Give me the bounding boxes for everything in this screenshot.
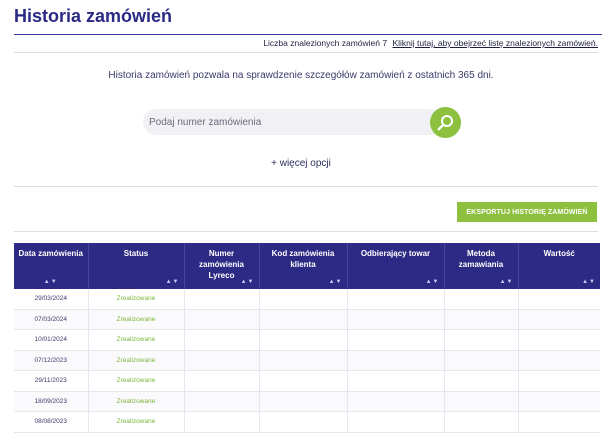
recipient — [347, 350, 445, 371]
column-header-date[interactable]: Data zamówienia ▲▼ — [14, 243, 89, 289]
column-header-label: Odbierający towar — [360, 249, 431, 258]
lyreco-order-number — [184, 329, 260, 351]
title-divider — [14, 34, 602, 35]
column-header-label: Status — [123, 249, 149, 258]
column-header-label: Data zamówienia — [18, 249, 83, 258]
lyreco-order-number — [184, 411, 260, 433]
order-value — [518, 391, 600, 412]
order-value — [518, 309, 600, 330]
column-header-client-order-code[interactable]: Kod zamówienia klienta ▲▼ — [259, 243, 348, 289]
column-header-value[interactable]: Wartość ▲▼ — [518, 243, 600, 289]
results-list-link[interactable]: Kliknij tutaj, aby obejrzeć listę znalez… — [392, 38, 598, 48]
order-method — [444, 329, 519, 351]
order-value — [518, 370, 600, 392]
results-summary: Liczba znalezionych zamówień 7 Kliknij t… — [263, 38, 598, 48]
column-header-label: Kod zamówienia klienta — [271, 249, 335, 269]
order-method — [444, 350, 519, 371]
client-order-code — [259, 309, 348, 330]
lyreco-order-number — [184, 370, 260, 392]
sort-icon[interactable]: ▲▼ — [582, 278, 596, 286]
order-date: 18/09/2023 — [14, 391, 89, 412]
recipient — [347, 391, 445, 412]
column-header-label: Metoda zamawiania — [458, 249, 504, 269]
column-header-label: Wartość — [543, 249, 575, 258]
sort-icon[interactable]: ▲▼ — [500, 278, 514, 286]
column-header-status[interactable]: Status ▲▼ — [88, 243, 185, 289]
order-method — [444, 411, 519, 433]
client-order-code — [259, 391, 348, 412]
table-row[interactable]: 07/12/2023 Zrealizowane — [14, 350, 600, 371]
column-header-lyreco-order-number[interactable]: Numer zamówienia Lyreco ▲▼ — [184, 243, 260, 289]
table-row[interactable]: 10/01/2024 Zrealizowane — [14, 329, 600, 351]
order-status: Zrealizowane — [88, 370, 185, 392]
sort-icon[interactable]: ▲▼ — [241, 278, 255, 286]
order-date: 07/03/2024 — [14, 309, 89, 330]
recipient — [347, 289, 445, 310]
order-method — [444, 289, 519, 310]
column-header-order-method[interactable]: Metoda zamawiania ▲▼ — [444, 243, 519, 289]
order-date: 07/12/2023 — [14, 350, 89, 371]
order-status: Zrealizowane — [88, 329, 185, 351]
table-row[interactable]: 29/03/2024 Zrealizowane — [14, 289, 600, 310]
order-method — [444, 309, 519, 330]
order-date: 08/08/2023 — [14, 411, 89, 433]
results-count-label: Liczba znalezionych zamówień 7 — [263, 38, 388, 48]
export-history-button[interactable]: EKSPORTUJ HISTORIĘ ZAMÓWIEŃ — [457, 202, 597, 222]
order-value — [518, 350, 600, 371]
table-row[interactable]: 07/03/2024 Zrealizowane — [14, 309, 600, 330]
column-header-recipient[interactable]: Odbierający towar ▲▼ — [347, 243, 445, 289]
lyreco-order-number — [184, 350, 260, 371]
intro-text: Historia zamówień pozwala na sprawdzenie… — [108, 70, 494, 81]
lyreco-order-number — [184, 309, 260, 330]
table-row[interactable]: 29/11/2023 Zrealizowane — [14, 370, 600, 392]
order-status: Zrealizowane — [88, 309, 185, 330]
recipient — [347, 309, 445, 330]
client-order-code — [259, 289, 348, 310]
order-value — [518, 411, 600, 433]
table-row[interactable]: 08/08/2023 Zrealizowane — [14, 411, 600, 433]
order-status: Zrealizowane — [88, 350, 185, 371]
table-header-row: Data zamówienia ▲▼ Status ▲▼ Numer zamów… — [14, 243, 600, 289]
client-order-code — [259, 350, 348, 371]
recipient — [347, 370, 445, 392]
client-order-code — [259, 370, 348, 392]
order-date: 29/03/2024 — [14, 289, 89, 310]
lyreco-order-number — [184, 289, 260, 310]
column-header-label: Numer zamówienia Lyreco — [199, 249, 244, 280]
recipient — [347, 411, 445, 433]
divider — [14, 231, 598, 232]
sort-icon[interactable]: ▲▼ — [329, 278, 343, 286]
search-bar — [143, 107, 461, 138]
search-button[interactable] — [430, 107, 461, 138]
order-method — [444, 391, 519, 412]
client-order-code — [259, 329, 348, 351]
client-order-code — [259, 411, 348, 433]
page-title: Historia zamówień — [14, 6, 173, 26]
order-value — [518, 289, 600, 310]
more-options-link[interactable]: + więcej opcji — [0, 158, 602, 169]
order-status: Zrealizowane — [88, 411, 185, 433]
divider — [14, 52, 598, 53]
search-icon — [437, 115, 453, 131]
sort-icon[interactable]: ▲▼ — [426, 278, 440, 286]
orders-table: Data zamówienia ▲▼ Status ▲▼ Numer zamów… — [14, 243, 600, 433]
order-status: Zrealizowane — [88, 289, 185, 310]
sort-icon[interactable]: ▲▼ — [44, 278, 58, 286]
recipient — [347, 329, 445, 351]
order-number-input[interactable] — [143, 109, 443, 135]
order-date: 10/01/2024 — [14, 329, 89, 351]
order-value — [518, 329, 600, 351]
sort-icon[interactable]: ▲▼ — [166, 278, 180, 286]
order-method — [444, 370, 519, 392]
order-status: Zrealizowane — [88, 391, 185, 412]
order-date: 29/11/2023 — [14, 370, 89, 392]
table-row[interactable]: 18/09/2023 Zrealizowane — [14, 391, 600, 412]
divider — [14, 186, 598, 187]
lyreco-order-number — [184, 391, 260, 412]
